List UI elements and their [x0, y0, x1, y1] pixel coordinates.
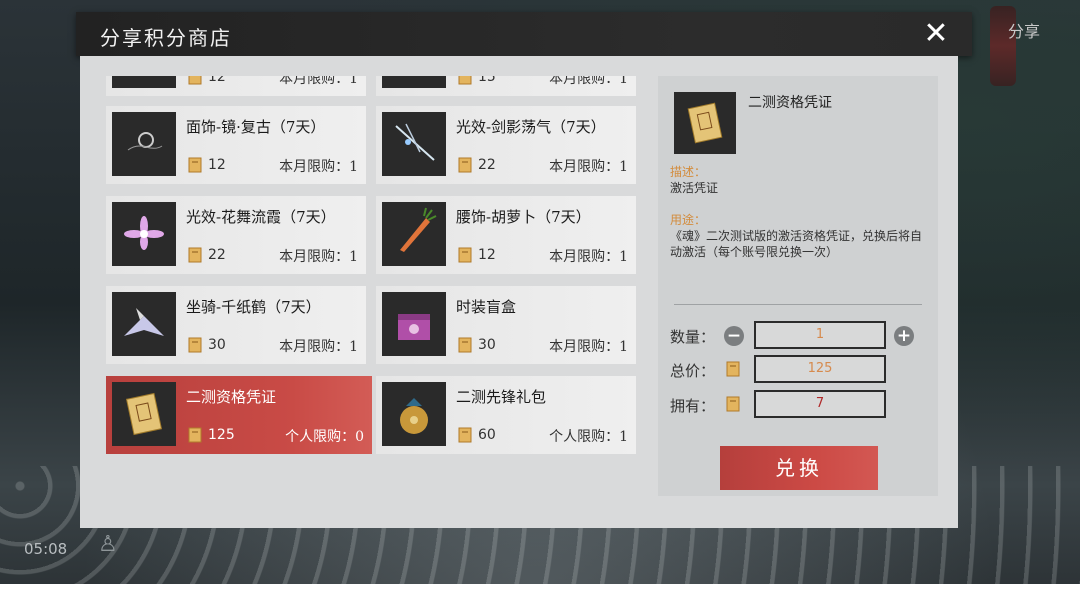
- ticket-voucher-icon: [112, 382, 176, 446]
- shop-item-blind-box[interactable]: 时装盲盒 30 本月限购：1: [376, 286, 636, 364]
- ticket-icon: [188, 76, 202, 85]
- item-price: 60: [478, 427, 496, 443]
- item-price: 12: [208, 76, 226, 85]
- detail-title: 二测资格凭证: [748, 95, 832, 111]
- owned-field: 7: [754, 390, 886, 418]
- item-price: 12: [478, 247, 496, 263]
- item-limit: 个人限购：0: [285, 429, 364, 445]
- flower-light-icon: [112, 202, 176, 266]
- item-detail-panel: 二测资格凭证 描述： 激活凭证 用途： 《魂》二次测试版的激活资格凭证，兑换后将…: [658, 76, 938, 496]
- ticket-icon: [458, 427, 472, 443]
- ticket-icon: [726, 396, 740, 412]
- item-limit: 本月限购：1: [279, 339, 358, 355]
- shop-item-flower-light[interactable]: 光效-花舞流霞（7天） 22 本月限购：1: [106, 196, 366, 274]
- item-price: 12: [208, 157, 226, 173]
- usage-label: 用途：: [670, 213, 707, 227]
- item-thumb: [382, 76, 446, 88]
- mirror-icon: [112, 112, 176, 176]
- item-limit: 本月限购：1: [549, 159, 628, 175]
- item-name: 二测先锋礼包: [456, 388, 547, 406]
- bottom-bar: [0, 584, 1080, 606]
- item-price: 22: [478, 157, 496, 173]
- description-text: 激活凭证: [670, 181, 719, 195]
- carrot-icon: [382, 202, 446, 266]
- description-block: 描述： 激活凭证: [670, 164, 926, 196]
- item-price: 22: [208, 247, 226, 263]
- item-limit: 本月限购：1: [279, 159, 358, 175]
- item-limit: 本月限购：1: [549, 76, 628, 87]
- decrease-button[interactable]: −: [724, 326, 744, 346]
- ticket-icon: [458, 76, 472, 85]
- description-label: 描述：: [670, 165, 707, 179]
- item-name: 时装盲盒: [456, 298, 517, 316]
- item-price: 125: [208, 427, 235, 443]
- total-label: 总价：: [670, 362, 716, 380]
- shop-item-carrot[interactable]: 腰饰-胡萝卜（7天） 12 本月限购：1: [376, 196, 636, 274]
- item-list[interactable]: 12 本月限购：1 15 本月限购：1 面饰-镜·复古（7天） 12 本月限购：…: [106, 76, 648, 496]
- usage-text: 《魂》二次测试版的激活资格凭证，兑换后将自动激活（每个账号限兑换一次）: [670, 229, 923, 259]
- ticket-voucher-icon: [674, 92, 736, 154]
- exchange-button[interactable]: 兑换: [720, 446, 878, 490]
- usage-block: 用途： 《魂》二次测试版的激活资格凭证，兑换后将自动激活（每个账号限兑换一次）: [670, 212, 926, 260]
- close-button[interactable]: ✕: [920, 18, 952, 50]
- shop-panel: 12 本月限购：1 15 本月限购：1 面饰-镜·复古（7天） 12 本月限购：…: [80, 56, 958, 528]
- gift-bag-icon: [382, 382, 446, 446]
- ticket-icon: [188, 247, 202, 263]
- item-name: 坐骑-千纸鹤（7天）: [186, 298, 321, 316]
- item-price: 30: [478, 337, 496, 353]
- ticket-icon: [188, 427, 202, 443]
- ticket-icon: [726, 361, 740, 377]
- shop-item[interactable]: 12 本月限购：1: [106, 76, 366, 96]
- item-price: 30: [208, 337, 226, 353]
- shop-item-mirror[interactable]: 面饰-镜·复古（7天） 12 本月限购：1: [106, 106, 366, 184]
- ticket-icon: [188, 337, 202, 353]
- player-status-icon[interactable]: ♙: [98, 532, 120, 562]
- quantity-label: 数量：: [670, 328, 716, 346]
- ticket-icon: [458, 157, 472, 173]
- ticket-icon: [458, 337, 472, 353]
- item-limit: 本月限购：1: [279, 76, 358, 87]
- increase-button[interactable]: +: [894, 326, 914, 346]
- shop-item[interactable]: 15 本月限购：1: [376, 76, 636, 96]
- item-name: 光效-剑影荡气（7天）: [456, 118, 606, 136]
- clock-time: 05:08: [24, 540, 68, 558]
- dialog-title: 分享积分商店: [100, 26, 232, 50]
- item-limit: 本月限购：1: [279, 249, 358, 265]
- shop-item-beta-ticket[interactable]: 二测资格凭证 125 个人限购：0: [106, 376, 372, 454]
- item-thumb: [112, 76, 176, 88]
- shop-item-gift-bag[interactable]: 二测先锋礼包 60 个人限购：1: [376, 376, 636, 454]
- item-name: 光效-花舞流霞（7天）: [186, 208, 336, 226]
- item-name: 腰饰-胡萝卜（7天）: [456, 208, 591, 226]
- item-limit: 本月限购：1: [549, 249, 628, 265]
- share-corner-label[interactable]: 分享: [1008, 18, 1040, 42]
- ticket-icon: [458, 247, 472, 263]
- owned-label: 拥有：: [670, 397, 716, 415]
- total-price-field: 125: [754, 355, 886, 383]
- item-name: 面饰-镜·复古（7天）: [186, 118, 326, 136]
- paper-crane-icon: [112, 292, 176, 356]
- quantity-field[interactable]: 1: [754, 321, 886, 349]
- dialog-header: 分享积分商店 ✕: [76, 12, 972, 56]
- ticket-icon: [188, 157, 202, 173]
- blind-box-icon: [382, 292, 446, 356]
- item-name: 二测资格凭证: [186, 388, 277, 406]
- divider: [674, 304, 922, 305]
- item-limit: 个人限购：1: [549, 429, 628, 445]
- item-price: 15: [478, 76, 496, 85]
- shop-item-paper-crane[interactable]: 坐骑-千纸鹤（7天） 30 本月限购：1: [106, 286, 366, 364]
- sword-light-icon: [382, 112, 446, 176]
- shop-item-sword-light[interactable]: 光效-剑影荡气（7天） 22 本月限购：1: [376, 106, 636, 184]
- item-limit: 本月限购：1: [549, 339, 628, 355]
